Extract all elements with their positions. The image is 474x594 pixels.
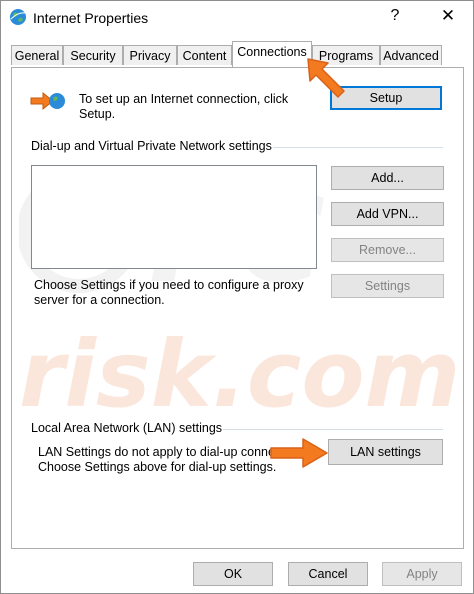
lan-note-line-1: LAN Settings do not apply to dial-up con… xyxy=(38,445,275,459)
setup-description: To set up an Internet connection, click … xyxy=(79,92,289,121)
help-button[interactable]: ? xyxy=(385,7,405,25)
dialup-divider xyxy=(273,147,443,148)
internet-properties-window: Internet Properties ? ✕ General Security… xyxy=(0,0,474,594)
tab-security[interactable]: Security xyxy=(63,45,123,65)
lan-divider xyxy=(223,429,443,430)
lan-settings-arrow-icon xyxy=(270,438,328,468)
lan-heading: Local Area Network (LAN) settings xyxy=(31,421,223,435)
title-bar: Internet Properties ? ✕ xyxy=(1,1,473,35)
lan-settings-button[interactable]: LAN settings xyxy=(328,439,443,465)
add-vpn-button[interactable]: Add VPN... xyxy=(331,202,444,226)
connections-listbox[interactable] xyxy=(31,165,317,269)
tab-content[interactable]: Content xyxy=(177,45,232,65)
internet-globe-icon xyxy=(10,9,26,25)
tab-general[interactable]: General xyxy=(11,45,63,65)
ok-button[interactable]: OK xyxy=(193,562,273,586)
add-button[interactable]: Add... xyxy=(331,166,444,190)
remove-button[interactable]: Remove... xyxy=(331,238,444,262)
connections-tab-arrow-icon xyxy=(307,58,345,98)
proxy-description: Choose Settings if you need to configure… xyxy=(34,278,304,307)
dialup-settings-button[interactable]: Settings xyxy=(331,274,444,298)
window-title: Internet Properties xyxy=(33,10,149,26)
apply-button[interactable]: Apply xyxy=(382,562,462,586)
tab-connections[interactable]: Connections xyxy=(232,41,312,67)
tab-advanced[interactable]: Advanced xyxy=(380,45,442,65)
cancel-button[interactable]: Cancel xyxy=(288,562,368,586)
tab-privacy[interactable]: Privacy xyxy=(123,45,177,65)
lan-note-line-2: Choose Settings above for dial-up settin… xyxy=(38,460,277,474)
connection-wizard-icon xyxy=(30,91,65,111)
dialup-heading: Dial-up and Virtual Private Network sett… xyxy=(31,139,272,153)
close-button[interactable]: ✕ xyxy=(438,6,458,26)
